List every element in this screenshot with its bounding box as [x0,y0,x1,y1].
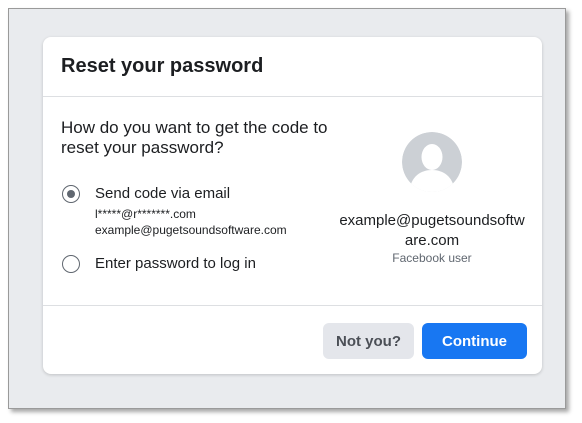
continue-button[interactable]: Continue [422,323,527,359]
dialog-header: Reset your password [43,37,542,97]
default-user-avatar-icon [402,132,462,192]
email-radio-button[interactable] [62,185,80,203]
password-radio-button[interactable] [62,255,80,273]
reset-method-question: How do you want to get the code to reset… [61,118,328,157]
profile-email: example@pugetsoundsoftware.com [339,212,525,249]
dialog-footer: Not you? Continue [43,305,542,375]
reset-password-dialog: Reset your password How do you want to g… [43,37,542,374]
not-you-button[interactable]: Not you? [323,323,414,359]
dialog-title: Reset your password [61,55,264,77]
full-email-text: example@pugetsoundsoftware.com [95,223,287,237]
masked-email-text: l*****@r*******.com [95,207,196,221]
profile-account-type: Facebook user [392,251,472,265]
email-option-label: Send code via email [95,185,231,202]
password-option-label: Enter password to log in [95,255,256,272]
